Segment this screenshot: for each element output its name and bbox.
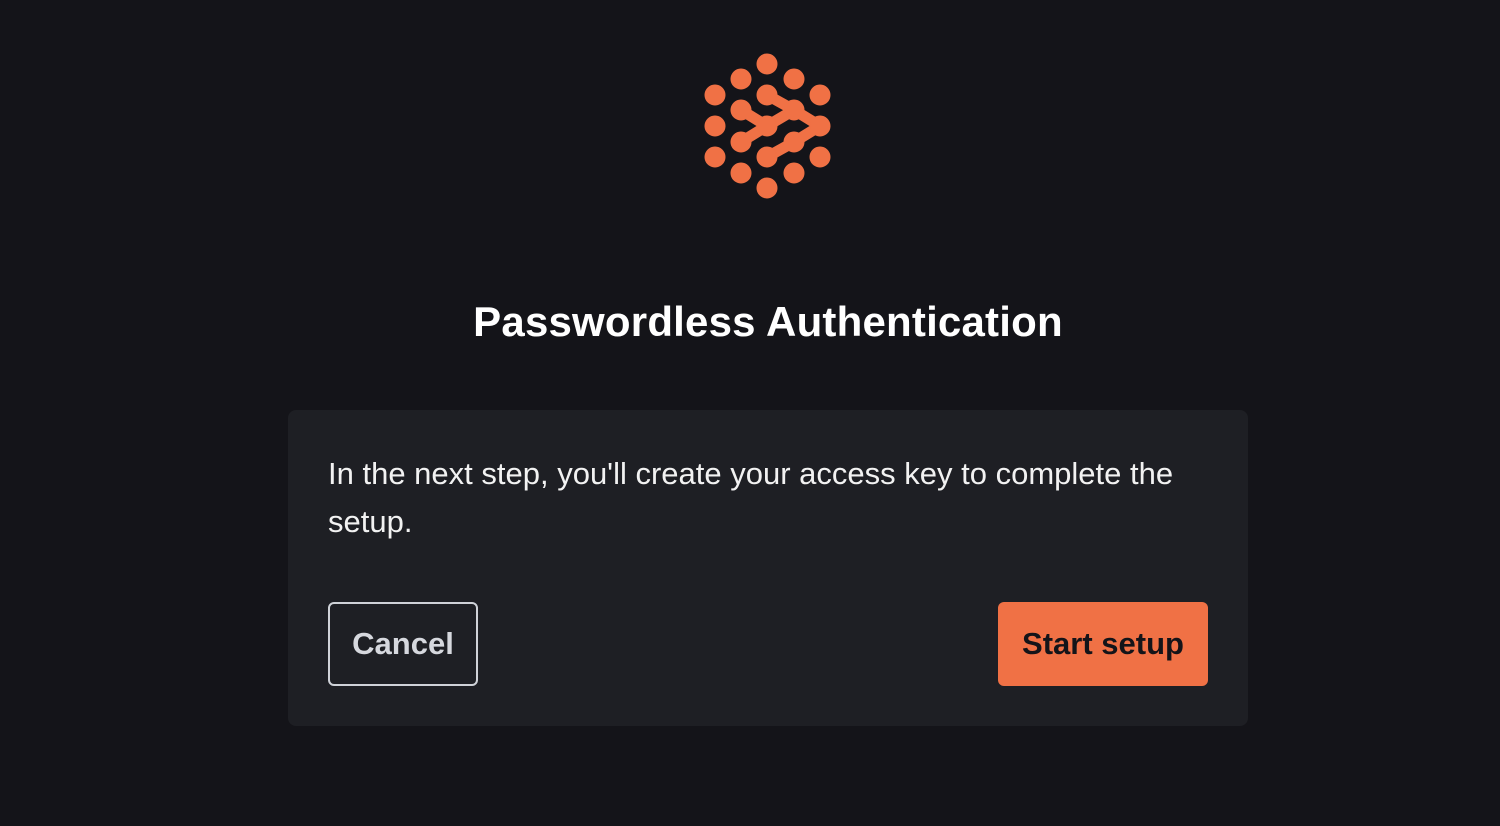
logo-dot (756, 115, 778, 137)
logo-dot (783, 131, 805, 153)
logo-dot (809, 146, 831, 168)
logo-dot (783, 99, 805, 121)
logo-dot (730, 68, 752, 90)
logo-dot (809, 84, 831, 106)
logo-dot (783, 68, 805, 90)
cancel-button[interactable]: Cancel (328, 602, 478, 686)
logo-dot (756, 84, 778, 106)
logo-dot (783, 162, 805, 184)
brand-logo-icon (704, 53, 831, 199)
logo-dot (730, 99, 752, 121)
logo-dot (730, 162, 752, 184)
logo-dot (704, 146, 726, 168)
setup-card: In the next step, you'll create your acc… (288, 410, 1248, 726)
setup-message: In the next step, you'll create your acc… (328, 456, 1174, 539)
logo-dot (704, 115, 726, 137)
start-setup-button[interactable]: Start setup (998, 602, 1208, 686)
logo-dot (756, 146, 778, 168)
logo-dot (730, 131, 752, 153)
logo-dot (756, 53, 778, 75)
logo-dot (756, 177, 778, 199)
logo-dot (809, 115, 831, 137)
passwordless-setup-page: Passwordless Authentication In the next … (0, 0, 1500, 826)
logo-dot (704, 84, 726, 106)
page-title: Passwordless Authentication (473, 298, 1063, 345)
